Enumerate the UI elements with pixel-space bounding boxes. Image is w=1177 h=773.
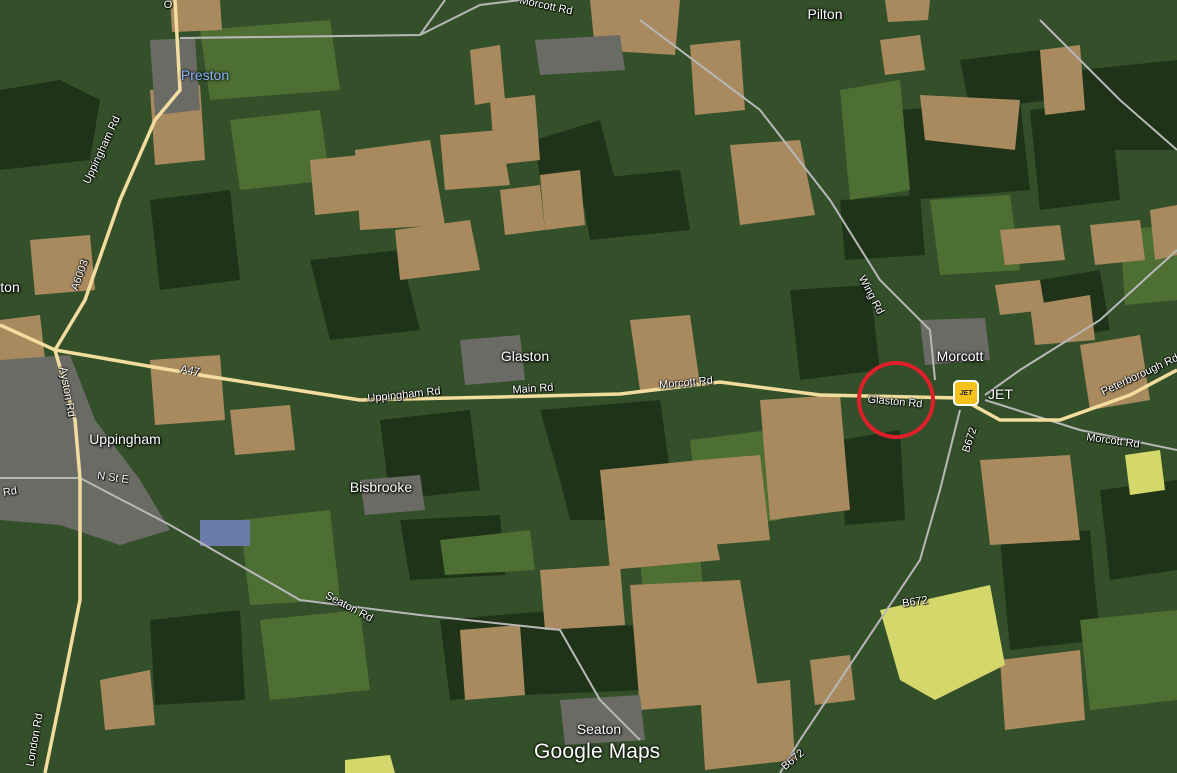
satellite-map[interactable]: Preston Pilton Glaston Morcott Uppingham… <box>0 0 1177 773</box>
attribution-brand: Google <box>534 740 603 763</box>
jet-logo-text: JET <box>959 389 973 397</box>
fuel-station-icon[interactable]: JET <box>953 380 979 406</box>
google-maps-attribution: Google Maps <box>534 740 660 764</box>
highlight-circle <box>857 361 935 439</box>
attribution-product: Maps <box>608 740 661 763</box>
